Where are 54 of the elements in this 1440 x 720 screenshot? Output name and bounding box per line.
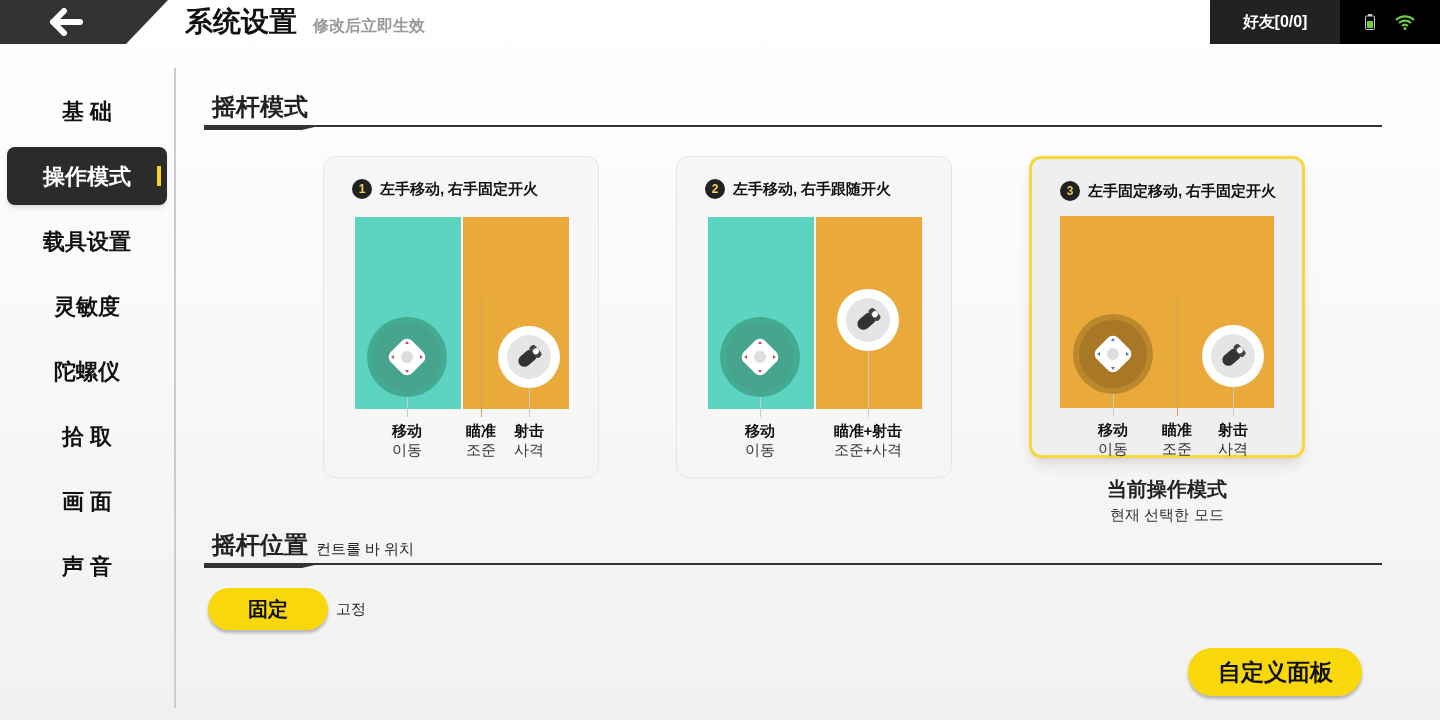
- current-mode-title: 当前操作模式: [1107, 476, 1227, 502]
- section-subtitle: 컨트롤 바 위치: [316, 539, 415, 559]
- mode-number: 2: [705, 179, 725, 199]
- mode-card[interactable]: 2 左手移动, 右手跟随开火 移动 이동 瞄准+射击 조준+사격: [676, 156, 952, 478]
- fixed-label-korean: 고정: [336, 598, 366, 619]
- mode-card[interactable]: 3 左手固定移动, 右手固定开火 移动 이동 瞄准 조준 射击 사격: [1029, 156, 1305, 458]
- sidebar-item[interactable]: 陀螺仪: [7, 342, 167, 400]
- control-label-korean: 조준: [466, 441, 496, 459]
- fixed-button[interactable]: 固定: [208, 588, 328, 630]
- mode-title: 左手移动, 右手跟随开火: [733, 178, 892, 199]
- mode-title: 左手固定移动, 右手固定开火: [1088, 180, 1277, 201]
- bullet-button-icon: [837, 289, 899, 351]
- sidebar-item[interactable]: 操作模式: [7, 147, 167, 205]
- mode-number: 1: [352, 179, 372, 199]
- custom-panel-button[interactable]: 自定义面板: [1188, 648, 1362, 696]
- back-button[interactable]: [0, 0, 168, 44]
- sidebar-item[interactable]: 声 音: [7, 537, 167, 595]
- control-label-korean: 조준+사격: [833, 441, 903, 459]
- control-label: 瞄准: [1162, 420, 1192, 440]
- sidebar-item[interactable]: 基 础: [7, 82, 167, 140]
- control-label-korean: 사격: [1218, 440, 1248, 458]
- sidebar-item[interactable]: 拾 取: [7, 407, 167, 465]
- mode-number: 3: [1060, 181, 1080, 201]
- control-label-korean: 이동: [1098, 440, 1128, 458]
- control-label: 移动: [745, 421, 775, 441]
- page-subtitle: 修改后立即生效: [313, 16, 425, 36]
- friends-button[interactable]: 好友[0/0]: [1210, 0, 1340, 44]
- joystick-icon: [1073, 314, 1153, 394]
- sidebar-item[interactable]: 画 面: [7, 472, 167, 530]
- page-title: 系统设置: [185, 5, 297, 39]
- control-label: 移动: [1098, 420, 1128, 440]
- sidebar-item[interactable]: 载具设置: [7, 212, 167, 270]
- wifi-icon: [1395, 14, 1415, 30]
- section-title: 摇杆位置: [212, 530, 308, 560]
- control-label-korean: 이동: [392, 441, 422, 459]
- current-mode-korean: 현재 선택한 모드: [1110, 504, 1224, 525]
- mode-card[interactable]: 1 左手移动, 右手固定开火 移动 이동 瞄准 조준 射击 사격: [323, 156, 599, 478]
- battery-icon: [1365, 14, 1375, 30]
- bullet-button-icon: [498, 326, 560, 388]
- control-label: 瞄准+射击: [833, 421, 903, 441]
- control-label-korean: 이동: [745, 441, 775, 459]
- joystick-icon: [367, 317, 447, 397]
- joystick-icon: [720, 317, 800, 397]
- section-title: 摇杆模式: [212, 92, 308, 122]
- sidebar-item[interactable]: 灵敏度: [7, 277, 167, 335]
- bullet-button-icon: [1202, 325, 1264, 387]
- control-label: 移动: [392, 421, 422, 441]
- control-label: 瞄准: [466, 421, 496, 441]
- control-label-korean: 조준: [1162, 440, 1192, 458]
- control-label: 射击: [514, 421, 544, 441]
- control-label-korean: 사격: [514, 441, 544, 459]
- back-arrow-icon: [48, 8, 84, 36]
- control-label: 射击: [1218, 420, 1248, 440]
- mode-title: 左手移动, 右手固定开火: [380, 178, 539, 199]
